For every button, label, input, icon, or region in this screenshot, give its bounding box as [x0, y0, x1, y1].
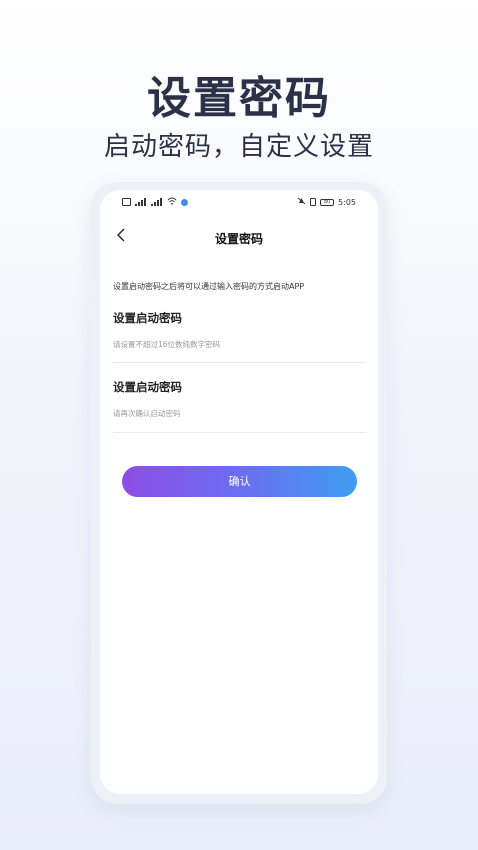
confirm-password-label: 设置启动密码 [113, 380, 182, 394]
password-divider [113, 362, 366, 363]
sim-card-icon [122, 198, 131, 206]
hero-title: 设置密码 [147, 73, 331, 124]
app-notification-icon [181, 198, 188, 206]
battery-icon: 80 [320, 198, 335, 206]
wifi-icon [167, 197, 177, 207]
hint-text: 设置启动密码之后将可以通过输入密码的方式启动APP [113, 282, 305, 291]
mute-icon [297, 197, 306, 207]
status-right: 80 5:05 [297, 197, 356, 207]
password-label: 设置启动密码 [113, 311, 182, 325]
page-title: 设置密码 [214, 232, 263, 246]
signal-icon [135, 198, 147, 206]
nav-bar: 设置密码 [100, 226, 378, 248]
hero-subtitle: 启动密码，自定义设置 [103, 132, 374, 162]
vibrate-icon [310, 198, 317, 206]
confirm-password-divider [113, 432, 366, 433]
phone-screen: 80 5:05 设置密码 设置启动密码之后将可以通过输入密码的方式启动APP 设… [100, 190, 378, 794]
password-input[interactable] [113, 335, 366, 353]
signal-icon [151, 198, 163, 206]
status-time: 5:05 [338, 197, 356, 207]
confirm-button[interactable]: 确认 [122, 466, 357, 497]
status-left [122, 197, 188, 207]
confirm-password-input[interactable] [113, 404, 366, 422]
status-bar: 80 5:05 [100, 196, 378, 210]
